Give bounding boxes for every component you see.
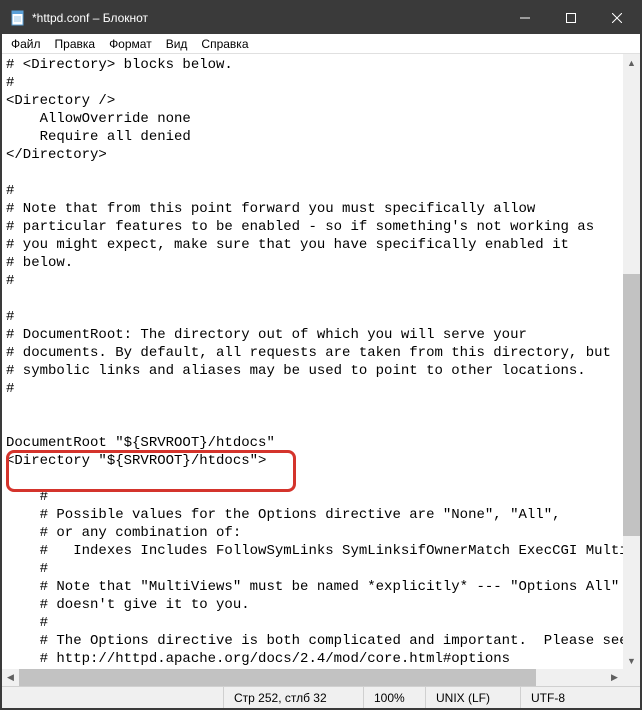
vertical-scroll-track[interactable] (623, 71, 640, 652)
menu-format[interactable]: Формат (102, 36, 159, 52)
scroll-corner (623, 669, 640, 686)
notepad-icon (10, 10, 26, 26)
vertical-scrollbar[interactable]: ▲ ▼ (623, 54, 640, 669)
text-editor[interactable]: # <Directory> blocks below. # <Directory… (2, 54, 623, 669)
status-cursor-position: Стр 252, стлб 32 (223, 687, 363, 708)
horizontal-scroll-thumb[interactable] (19, 669, 536, 686)
vertical-scroll-thumb[interactable] (623, 274, 640, 535)
close-button[interactable] (594, 2, 640, 34)
status-zoom: 100% (363, 687, 425, 708)
scroll-down-button[interactable]: ▼ (623, 652, 640, 669)
scroll-right-button[interactable]: ▶ (606, 669, 623, 686)
menu-view[interactable]: Вид (159, 36, 195, 52)
menu-file[interactable]: Файл (4, 36, 48, 52)
horizontal-scroll-track[interactable] (19, 669, 606, 686)
window-controls (502, 2, 640, 34)
editor-area: # <Directory> blocks below. # <Directory… (2, 54, 640, 686)
horizontal-scrollbar[interactable]: ◀ ▶ (2, 669, 623, 686)
menubar: Файл Правка Формат Вид Справка (2, 34, 640, 54)
scroll-up-button[interactable]: ▲ (623, 54, 640, 71)
menu-edit[interactable]: Правка (48, 36, 103, 52)
status-encoding: UTF-8 (520, 687, 640, 708)
statusbar: Стр 252, стлб 32 100% UNIX (LF) UTF-8 (2, 686, 640, 708)
titlebar: *httpd.conf – Блокнот (2, 2, 640, 34)
menu-help[interactable]: Справка (194, 36, 255, 52)
window-title: *httpd.conf – Блокнот (32, 11, 502, 25)
maximize-button[interactable] (548, 2, 594, 34)
scroll-left-button[interactable]: ◀ (2, 669, 19, 686)
status-line-ending: UNIX (LF) (425, 687, 520, 708)
minimize-button[interactable] (502, 2, 548, 34)
